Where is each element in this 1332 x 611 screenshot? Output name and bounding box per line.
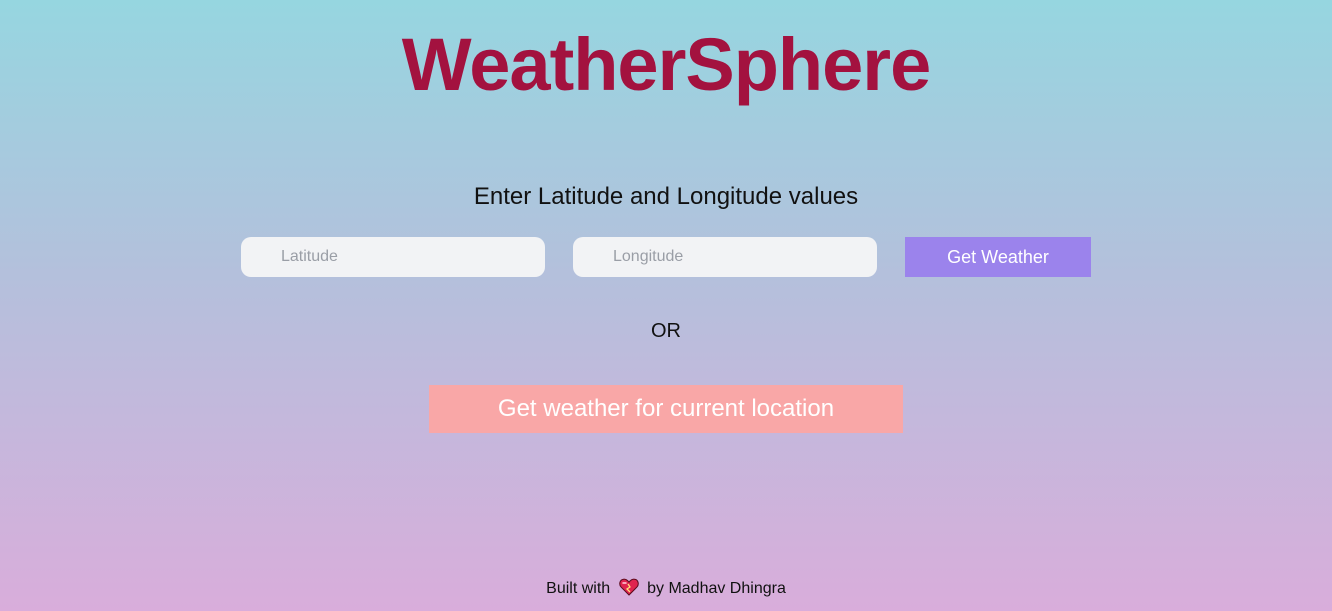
footer-suffix: by Madhav Dhingra: [647, 580, 786, 597]
coordinates-prompt: Enter Latitude and Longitude values: [473, 183, 859, 210]
longitude-input[interactable]: [573, 237, 877, 277]
footer-prefix: Built with: [546, 580, 611, 597]
or-separator: OR: [651, 320, 681, 342]
latitude-input[interactable]: [241, 237, 545, 277]
current-location-button[interactable]: Get weather for current location: [429, 385, 903, 433]
footer: Built with by Madhav Dhingra: [0, 578, 1332, 600]
app-title: WeatherSphere: [401, 23, 932, 106]
heart-icon: [618, 578, 639, 596]
get-weather-button[interactable]: Get Weather: [905, 237, 1091, 277]
